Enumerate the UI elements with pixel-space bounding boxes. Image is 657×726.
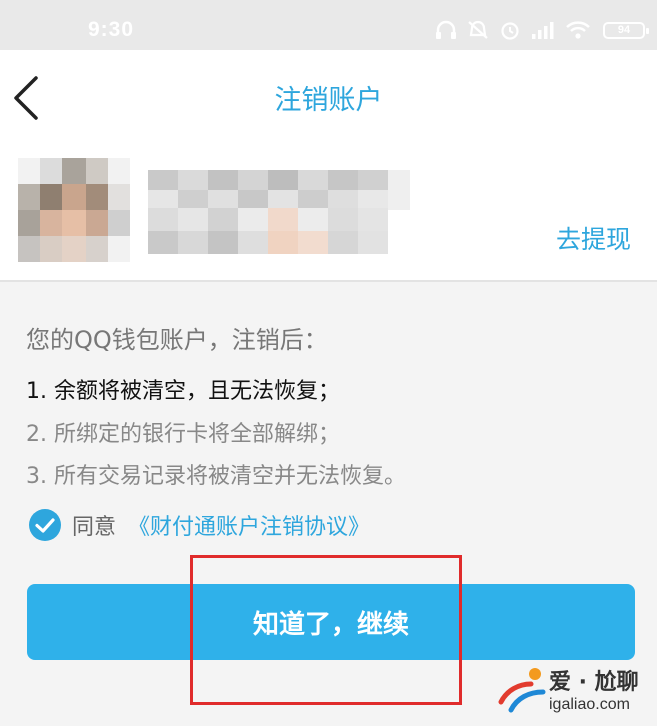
- notice-item: 2. 所绑定的银行卡将全部解绑；: [26, 422, 340, 447]
- watermark-text: 爱 · 尬聊: [549, 670, 639, 695]
- wifi-icon: [566, 21, 590, 39]
- status-icons: 94: [435, 20, 649, 40]
- nav-bar: 注销账户: [0, 50, 657, 150]
- watermark: 爱 · 尬聊 igaliao.com: [495, 660, 655, 724]
- withdraw-link[interactable]: 去提现: [556, 220, 631, 256]
- agreement-label: 同意: [72, 515, 117, 540]
- status-bar: 9:30 94: [0, 0, 657, 50]
- agreement-row: 同意 《财付通账户注销协议》: [28, 508, 370, 542]
- page-title: 注销账户: [274, 85, 383, 116]
- agreement-link[interactable]: 《财付通账户注销协议》: [128, 509, 370, 541]
- alarm-icon: [501, 22, 519, 40]
- mute-bell-icon: [468, 20, 488, 39]
- divider: [0, 280, 657, 282]
- status-time: 9:30: [88, 18, 135, 41]
- checkbox-checked-icon[interactable]: [28, 508, 62, 542]
- avatar: [18, 158, 130, 262]
- continue-button[interactable]: 知道了，继续: [27, 584, 635, 660]
- account-card: 去提现: [0, 150, 657, 280]
- notice-item: 3. 所有交易记录将被清空并无法恢复。: [26, 464, 406, 489]
- watermark-domain: igaliao.com: [549, 696, 630, 713]
- battery-icon: 94: [603, 21, 649, 39]
- account-detail-obscured: [148, 208, 388, 254]
- notice-heading: 您的QQ钱包账户，注销后：: [26, 326, 328, 354]
- headset-icon: [436, 20, 456, 39]
- signal-icon: [532, 22, 554, 39]
- battery-level: 94: [617, 23, 631, 36]
- account-name-obscured: [148, 170, 410, 210]
- notice-item: 1. 余额将被清空，且无法恢复；: [26, 379, 340, 404]
- watermark-logo-icon: [498, 668, 546, 713]
